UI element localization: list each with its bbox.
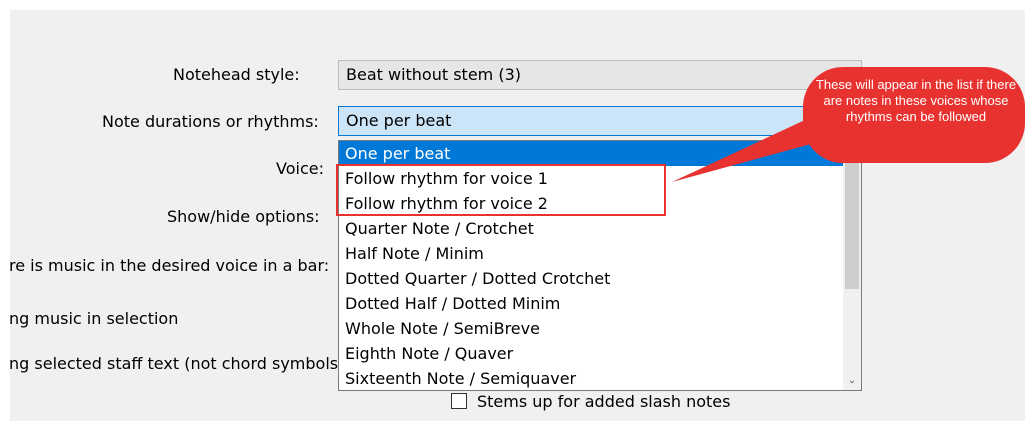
voice-label: Voice:: [276, 159, 324, 178]
dropdown-option-eighth-note[interactable]: Eighth Note / Quaver: [339, 341, 843, 366]
music-in-selection-label: ng music in selection: [9, 309, 179, 328]
dropdown-option-half-note[interactable]: Half Note / Minim: [339, 241, 843, 266]
callout-text: These will appear in the list if there a…: [815, 77, 1017, 124]
stems-up-checkbox[interactable]: [451, 393, 467, 409]
dropdown-option-dotted-half[interactable]: Dotted Half / Dotted Minim: [339, 291, 843, 316]
chevron-down-icon[interactable]: ⌄: [843, 372, 861, 390]
staff-text-label: ng selected staff text (not chord symbol…: [9, 354, 338, 373]
dropdown-option-sixteenth-note[interactable]: Sixteenth Note / Semiquaver: [339, 366, 843, 390]
music-in-voice-label: re is music in the desired voice in a ba…: [9, 256, 330, 275]
dropdown-option-dotted-quarter[interactable]: Dotted Quarter / Dotted Crotchet: [339, 266, 843, 291]
dropdown-option-quarter-note[interactable]: Quarter Note / Crotchet: [339, 216, 843, 241]
note-durations-label: Note durations or rhythms:: [102, 112, 319, 131]
voice-options-highlight-box: [336, 164, 666, 216]
show-hide-options-label: Show/hide options:: [167, 207, 320, 226]
dropdown-option-whole-note[interactable]: Whole Note / SemiBreve: [339, 316, 843, 341]
stems-up-label: Stems up for added slash notes: [477, 392, 731, 411]
notehead-style-label: Notehead style:: [173, 65, 300, 84]
